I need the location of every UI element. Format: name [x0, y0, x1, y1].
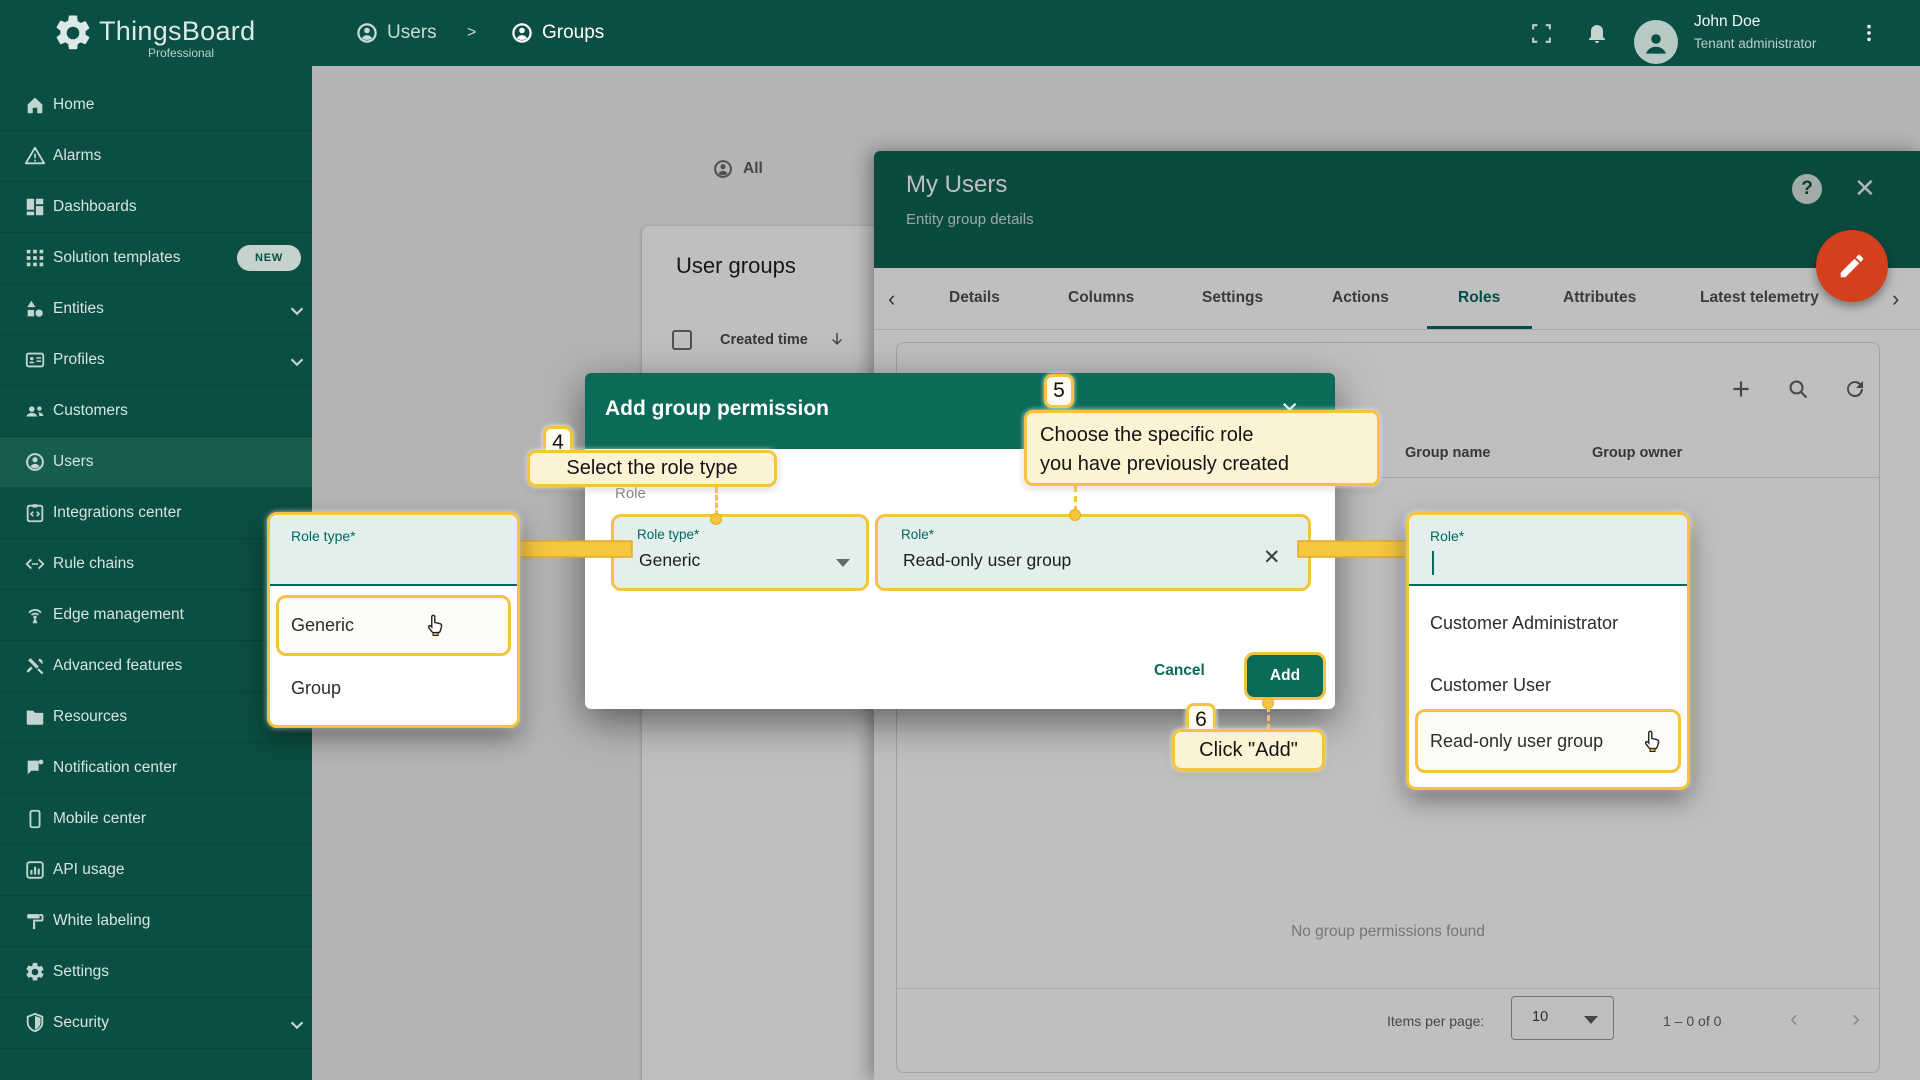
sidebar-item-notification-center[interactable]: Notification center [0, 743, 312, 794]
callout-5-box: Choose the specific role you have previo… [1024, 410, 1380, 486]
grid-icon [24, 247, 46, 269]
sidebar-item-entities[interactable]: Entities [0, 284, 312, 335]
chevron-down-icon [286, 300, 308, 322]
sidebar-item-white-labeling[interactable]: White labeling [0, 896, 312, 947]
option-generic[interactable]: Generic [291, 615, 354, 636]
shapes-icon [24, 298, 46, 320]
callout-4-connector [715, 487, 718, 516]
new-badge: NEW [237, 245, 301, 271]
callout-6-connector [1267, 706, 1270, 730]
hand-cursor-icon [422, 611, 448, 637]
gear-icon [24, 961, 46, 983]
callout-4-dot [710, 513, 722, 525]
person-icon [1640, 27, 1672, 59]
person-circle-icon [355, 21, 379, 45]
edit-fab-button[interactable] [1816, 230, 1888, 302]
integration-icon [24, 502, 46, 524]
callout-5-dot [1069, 509, 1081, 521]
role-type-dropdown-label: Role type* [291, 528, 356, 544]
sidebar-item-integrations-center[interactable]: Integrations center [0, 488, 312, 539]
notification-icon [24, 757, 46, 779]
role-type-value: Generic [639, 550, 700, 571]
add-button[interactable]: Add [1244, 652, 1326, 700]
person-circle-icon [24, 451, 46, 473]
sidebar-item-solution-templates[interactable]: Solution templates NEW [0, 233, 312, 284]
people-icon [24, 400, 46, 422]
text-cursor [1432, 551, 1434, 575]
callout-4-box: Select the role type [527, 450, 777, 487]
sidebar-item-resources[interactable]: Resources [0, 692, 312, 743]
clear-icon[interactable]: ✕ [1263, 545, 1281, 570]
chevron-down-icon [286, 1014, 308, 1036]
sidebar: Home Alarms Dashboards Solution template… [0, 66, 312, 1080]
sidebar-item-profiles[interactable]: Profiles [0, 335, 312, 386]
sidebar-item-security[interactable]: Security [0, 998, 312, 1049]
logo-title[interactable]: ThingsBoard [99, 16, 255, 47]
role-label: Role* [901, 527, 934, 542]
callout-5-number: 5 [1044, 374, 1074, 408]
sidebar-item-customers[interactable]: Customers [0, 386, 312, 437]
role-type-dropdown-field[interactable]: Role type* [270, 515, 517, 586]
breadcrumb-groups-label: Groups [542, 22, 604, 44]
warning-icon [24, 145, 46, 167]
sidebar-item-advanced-features[interactable]: Advanced features [0, 641, 312, 692]
dashboard-icon [24, 196, 46, 218]
logo-subtitle: Professional [148, 46, 214, 60]
code-icon [24, 553, 46, 575]
sidebar-item-home[interactable]: Home [0, 80, 312, 131]
kebab-menu-icon[interactable] [1858, 22, 1880, 44]
home-icon [24, 94, 46, 116]
role-section-label: Role [615, 485, 646, 502]
role-autocomplete[interactable]: Role* Read-only user group ✕ [875, 514, 1311, 591]
breadcrumb-groups[interactable]: Groups [510, 0, 604, 66]
chevron-down-icon [836, 559, 850, 567]
option-customer-administrator[interactable]: Customer Administrator [1430, 613, 1618, 634]
cancel-button[interactable]: Cancel [1148, 661, 1211, 681]
shield-icon [24, 1012, 46, 1034]
bell-icon[interactable] [1585, 21, 1609, 45]
callout-6-box: Click "Add" [1172, 729, 1325, 771]
option-customer-user[interactable]: Customer User [1430, 675, 1551, 696]
modal-title: Add group permission [605, 397, 829, 421]
role-dropdown-field[interactable]: Role* [1409, 515, 1687, 586]
antenna-icon [24, 604, 46, 626]
role-value: Read-only user group [903, 550, 1071, 571]
chart-box-icon [24, 859, 46, 881]
sidebar-item-rule-chains[interactable]: Rule chains [0, 539, 312, 590]
paint-roller-icon [24, 910, 46, 932]
sidebar-item-mobile-center[interactable]: Mobile center [0, 794, 312, 845]
role-dropdown: Role* Customer Administrator Customer Us… [1406, 512, 1690, 790]
user-name: John Doe [1694, 13, 1760, 31]
breadcrumb-users-label: Users [387, 22, 437, 44]
person-circle-icon [510, 21, 534, 45]
role-type-select[interactable]: Role type* Generic [611, 514, 869, 591]
role-dropdown-label: Role* [1430, 528, 1464, 544]
chevron-down-icon [286, 351, 308, 373]
sidebar-item-settings[interactable]: Settings [0, 947, 312, 998]
breadcrumb-separator: > [467, 0, 476, 66]
role-type-label: Role type* [637, 527, 699, 542]
breadcrumb-users[interactable]: Users [355, 0, 437, 66]
sidebar-item-api-usage[interactable]: API usage [0, 845, 312, 896]
tools-icon [24, 655, 46, 677]
pencil-icon [1837, 251, 1867, 281]
role-type-dropdown: Role type* Generic Group [267, 512, 520, 728]
sidebar-item-edge-management[interactable]: Edge management [0, 590, 312, 641]
phone-icon [24, 808, 46, 830]
id-card-icon [24, 349, 46, 371]
sidebar-item-dashboards[interactable]: Dashboards [0, 182, 312, 233]
sidebar-item-alarms[interactable]: Alarms [0, 131, 312, 182]
thingsboard-logo-icon [52, 12, 94, 54]
fullscreen-icon[interactable] [1529, 21, 1554, 46]
top-bar: ThingsBoard Professional Users > Groups … [0, 0, 1920, 66]
option-group[interactable]: Group [291, 678, 341, 699]
user-role: Tenant administrator [1694, 36, 1816, 51]
thingsboard-app: All Groups User groups Created time Name… [0, 0, 1920, 1080]
option-read-only-user-group[interactable]: Read-only user group [1430, 731, 1603, 752]
folder-icon [24, 706, 46, 728]
hand-cursor-icon [1639, 727, 1665, 753]
avatar[interactable] [1634, 20, 1678, 64]
sidebar-item-users[interactable]: Users [0, 437, 312, 488]
